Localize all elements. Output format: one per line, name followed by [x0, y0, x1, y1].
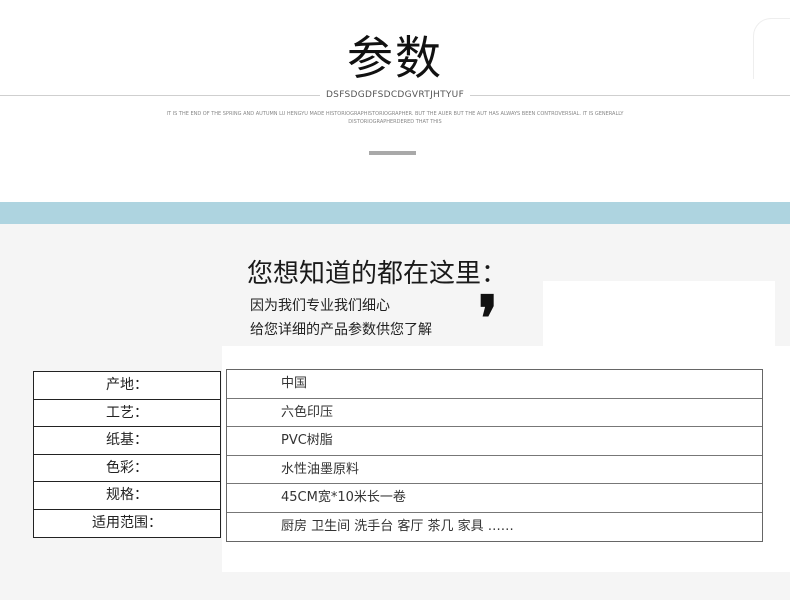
- title-underline-dash: [369, 151, 416, 155]
- spec-value-origin: 中国: [227, 370, 762, 399]
- spec-value-process: 六色印压: [227, 399, 762, 427]
- spec-label-base: 纸基：: [34, 427, 220, 455]
- accent-band: [0, 202, 790, 224]
- fine-print: IT IS THE END OF THE SPRING AND AUTUMN L…: [166, 111, 624, 125]
- spec-label-column: 产地： 工艺： 纸基： 色彩： 规格： 适用范围：: [33, 371, 221, 538]
- spec-label-size: 规格：: [34, 482, 220, 510]
- page-subtitle: DSFSDGDFSDCDGVRTJHTYUF: [325, 90, 465, 100]
- intro-headline: 您想知道的都在这里：: [247, 259, 508, 289]
- header-section: 参数 DSFSDGDFSDCDGVRTJHTYUF IT IS THE END …: [0, 0, 790, 202]
- page-title: 参数: [347, 31, 443, 85]
- spec-value-usage: 厨房 卫生间 洗手台 客厅 茶几 家具 ……: [281, 518, 514, 534]
- comma-mark: ❜: [478, 282, 498, 355]
- spec-label-color: 色彩：: [34, 455, 220, 482]
- spec-label-origin: 产地：: [34, 372, 220, 400]
- spec-value-color: 水性油墨原料: [227, 456, 762, 484]
- spec-value-size: 45CM宽*10米长一卷: [227, 484, 762, 513]
- white-patch: [543, 281, 775, 346]
- spec-label-usage: 适用范围：: [92, 514, 162, 531]
- spec-value-column: 中国 六色印压 PVC树脂 水性油墨原料 45CM宽*10米长一卷 厨房 卫生间…: [226, 369, 763, 542]
- intro-line-2: 给您详细的产品参数供您了解: [250, 322, 432, 338]
- intro-line-1: 因为我们专业我们细心: [250, 298, 390, 314]
- spec-label-process: 工艺：: [34, 400, 220, 427]
- spec-value-base: PVC树脂: [227, 427, 762, 456]
